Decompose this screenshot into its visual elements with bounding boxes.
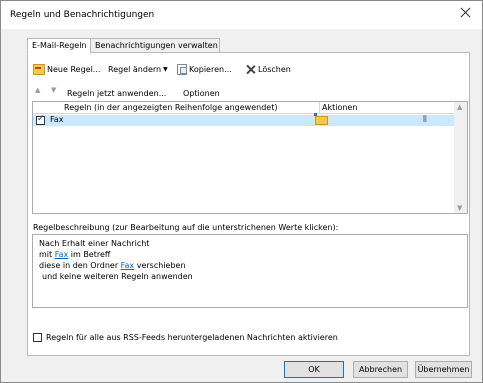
scroll-down-icon[interactable]: ▼ <box>457 204 462 212</box>
move-down-icon[interactable]: ▼ <box>51 86 56 94</box>
copy-label: Kopieren... <box>189 64 232 74</box>
description-line-1: Nach Erhalt einer Nachricht <box>39 239 150 248</box>
description-text: im Betreff <box>68 250 111 259</box>
rss-rules-label: Regeln für alle aus RSS-Feeds herunterge… <box>46 332 338 342</box>
description-text: mit <box>39 250 55 259</box>
rules-toolbar-secondary: ▲ ▼ Regeln jetzt anwenden... Optionen <box>33 85 463 99</box>
delete-rule-button[interactable]: Löschen <box>245 61 291 77</box>
rule-description-label: Regelbeschreibung (zur Bearbeitung auf d… <box>33 223 339 232</box>
rss-rules-checkbox[interactable] <box>33 332 42 342</box>
rules-dialog: Regeln und Benachrichtigungen E-Mail-Reg… <box>0 0 483 383</box>
rule-description-box: Nach Erhalt einer Nachricht mit Fax im B… <box>32 234 468 308</box>
new-rule-button[interactable]: Neue Regel... <box>33 61 100 77</box>
run-rules-button[interactable]: Regeln jetzt anwenden... <box>67 85 166 101</box>
rss-option[interactable]: Regeln für alle aus RSS-Feeds herunterge… <box>33 331 338 343</box>
rules-list: Regeln (in der angezeigten Reihenfolge a… <box>32 101 468 214</box>
stop-processing-icon: ⫴ <box>423 115 427 125</box>
change-rule-button[interactable]: Regel ändern ▼ <box>108 61 168 77</box>
cancel-button[interactable]: Abbrechen <box>353 361 408 378</box>
description-line-3: diese in den Ordner Fax verschieben <box>39 260 461 271</box>
delete-label: Löschen <box>258 64 291 74</box>
change-rule-label: Regel ändern <box>108 64 162 74</box>
column-header-rules[interactable]: Regeln (in der angezeigten Reihenfolge a… <box>64 103 277 112</box>
description-line-4: und keine weiteren Regeln anwenden <box>42 272 193 281</box>
column-header-actions[interactable]: Aktionen <box>322 103 357 112</box>
rule-enabled-checkbox[interactable] <box>36 114 45 125</box>
scroll-up-icon[interactable]: ▲ <box>457 103 462 111</box>
move-up-icon[interactable]: ▲ <box>35 86 40 94</box>
tab-manage-alerts[interactable]: Benachrichtigungen verwalten <box>90 38 220 53</box>
tab-email-rules[interactable]: E-Mail-Regeln <box>27 38 91 54</box>
dialog-title: Regeln und Benachrichtigungen <box>10 10 155 20</box>
subject-condition-link[interactable]: Fax <box>55 250 69 259</box>
rules-list-scrollbar[interactable]: ▲ ▼ <box>454 102 467 213</box>
description-text: diese in den Ordner <box>39 261 121 270</box>
new-rule-icon <box>33 63 45 75</box>
close-icon[interactable] <box>459 6 473 20</box>
apply-button[interactable]: Übernehmen <box>415 361 472 378</box>
delete-icon <box>245 64 256 75</box>
copy-icon <box>177 63 187 75</box>
dropdown-caret-icon: ▼ <box>163 65 168 73</box>
options-button[interactable]: Optionen <box>183 85 220 101</box>
folder-action-link[interactable]: Fax <box>121 261 135 270</box>
copy-rule-button[interactable]: Kopieren... <box>177 61 232 77</box>
move-to-folder-icon <box>314 113 328 125</box>
description-line-2: mit Fax im Betreff <box>39 249 461 260</box>
ok-button[interactable]: OK <box>284 361 344 378</box>
rule-name: Fax <box>50 115 64 124</box>
rules-list-header: Regeln (in der angezeigten Reihenfolge a… <box>33 102 455 114</box>
new-rule-label: Neue Regel... <box>47 64 101 74</box>
rule-row[interactable]: Fax ⫴ <box>33 113 455 126</box>
description-text: verschieben <box>134 261 186 270</box>
title-bar: Regeln und Benachrichtigungen <box>1 1 482 29</box>
column-divider[interactable] <box>319 102 320 114</box>
rules-toolbar: Neue Regel... Regel ändern ▼ Kopieren...… <box>33 61 463 77</box>
